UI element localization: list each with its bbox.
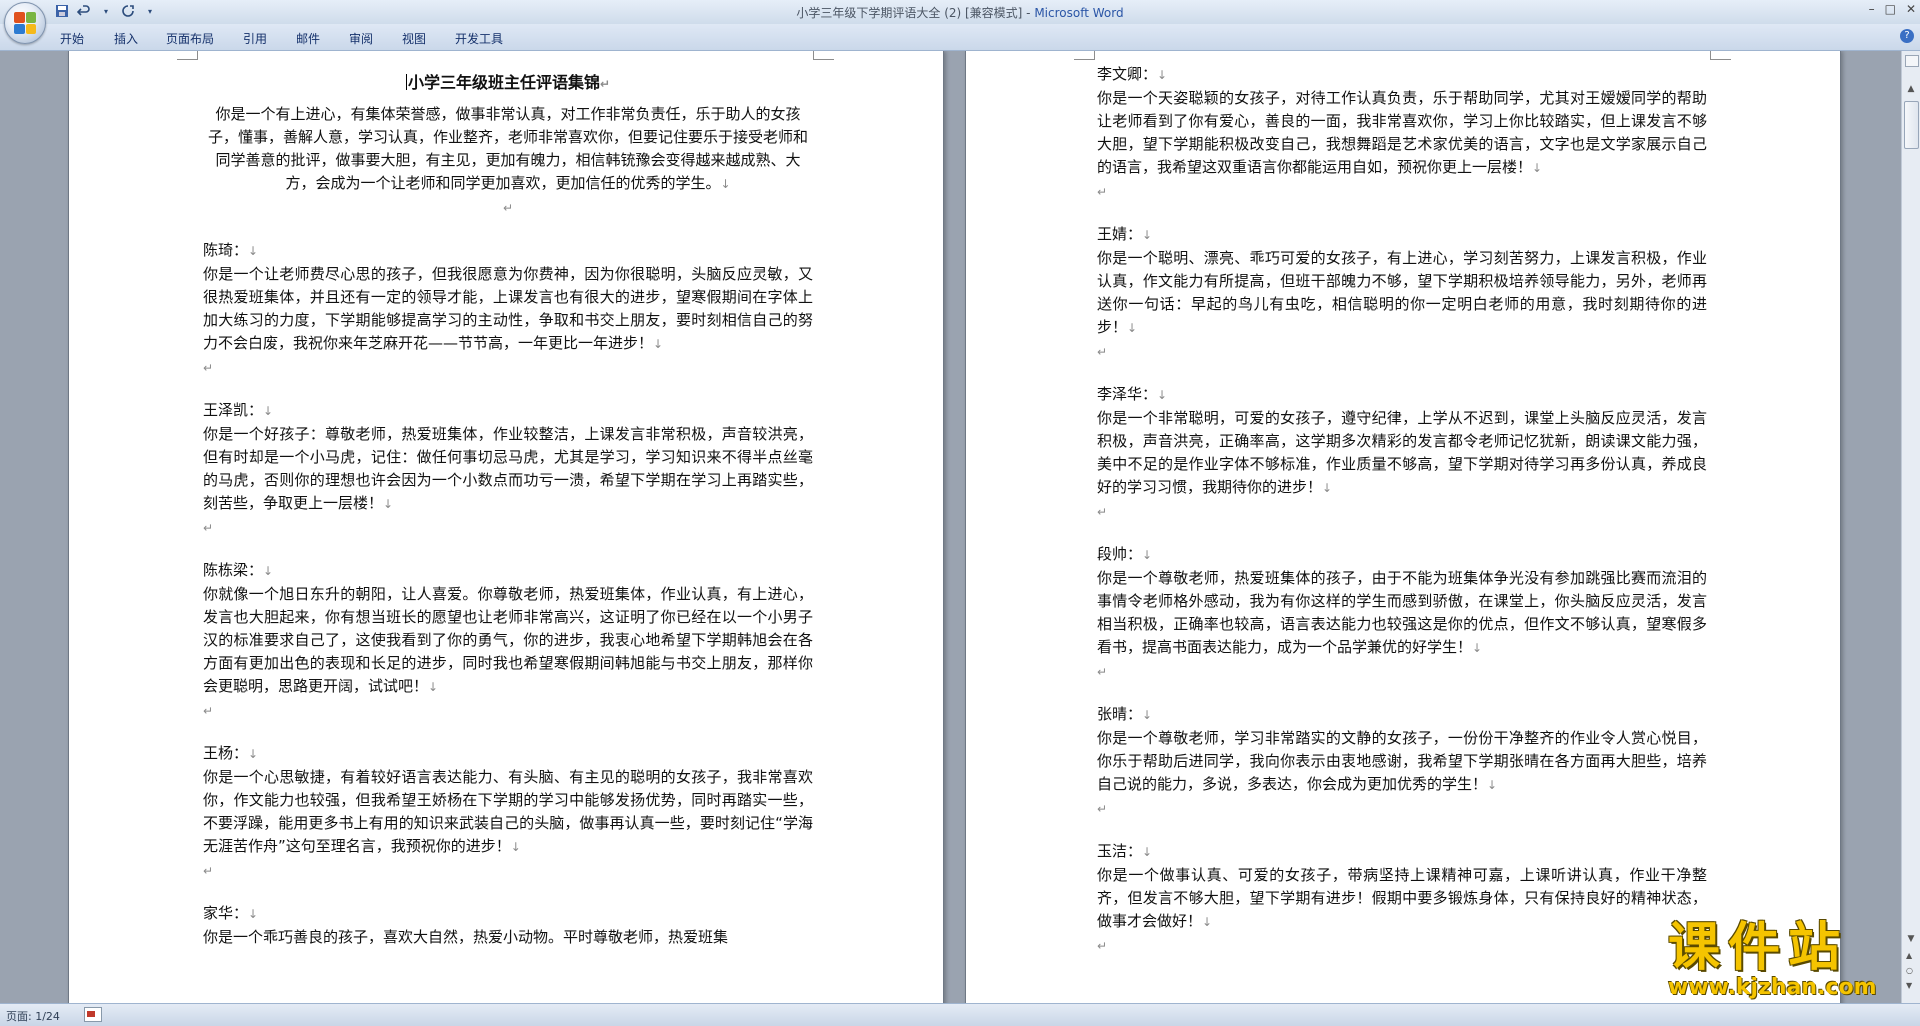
office-button[interactable]	[4, 2, 46, 44]
comment-text: 你是一个非常聪明，可爱的女孩子，遵守纪律，上学从不迟到，课堂上头脑反应灵活，发言…	[1097, 409, 1707, 496]
text-cursor	[405, 74, 407, 90]
student-name: 王婧：	[1097, 225, 1143, 243]
comment-text: 你是一个聪明、漂亮、乖巧可爱的女孩子，有上进心，学习刻苦努力，上课发言积极，作业…	[1097, 249, 1707, 336]
comment-text: 你是一个让老师费尽心思的孩子，但我很愿意为你费神，因为你很聪明，头脑反应灵敏，又…	[203, 265, 813, 352]
tab-developer[interactable]: 开发工具	[455, 30, 503, 47]
vertical-scrollbar[interactable]: ▲ ▼ ▲ ○ ▼	[1901, 51, 1920, 1003]
margin-corner-mark	[1710, 51, 1731, 60]
student-name: 王泽凯：	[203, 401, 264, 419]
student-name: 陈栋梁：	[203, 561, 264, 579]
scroll-up-arrow-icon[interactable]: ▲	[1902, 81, 1920, 97]
window-title-app: Microsoft Word	[1034, 6, 1124, 20]
tab-home[interactable]: 开始	[60, 30, 84, 47]
window-controls: – □ ✕	[1869, 2, 1916, 16]
site-watermark-logo: 课件站 www.kjzhan.com	[1668, 920, 1908, 1002]
student-name: 李泽华：	[1097, 385, 1158, 403]
comment-entry: 张晴：↓ 你是一个尊敬老师，学习非常踏实的文静的女孩子，一份份干净整齐的作业令人…	[1097, 705, 1707, 816]
tab-references[interactable]: 引用	[243, 30, 267, 47]
comment-text: 你是一个做事认真、可爱的女孩子，带病坚持上课精神可嘉，上课听讲认真，作业干净整齐…	[1097, 866, 1707, 930]
comment-entry: 家华：↓ 你是一个乖巧善良的孩子，喜欢大自然，热爱小动物。平时尊敬老师，热爱班集	[203, 904, 729, 946]
comment-text: 你是一个天姿聪颖的女孩子，对待工作认真负责，乐于帮助同学，尤其对王嫒嫒同学的帮助…	[1097, 89, 1707, 176]
title-bar: ▾ ▾ 小学三年级下学期评语大全 (2) [兼容模式] - Microsoft …	[0, 0, 1920, 25]
tab-view[interactable]: 视图	[402, 30, 426, 47]
student-name: 段帅：	[1097, 545, 1143, 563]
comment-text: 你是一个尊敬老师，热爱班集体的孩子，由于不能为班集体争光没有参加跳强比赛而流泪的…	[1097, 569, 1707, 656]
window-title-doc: 小学三年级下学期评语大全 (2) [兼容模式] -	[796, 6, 1035, 20]
scroll-thumb[interactable]	[1904, 101, 1919, 149]
tab-insert[interactable]: 插入	[114, 30, 138, 47]
help-icon[interactable]: ?	[1900, 29, 1914, 43]
student-name: 王杨：	[203, 744, 249, 762]
document-page-2[interactable]: 李文卿：↓ 你是一个天姿聪颖的女孩子，对待工作认真负责，乐于帮助同学，尤其对王嫒…	[965, 51, 1841, 1003]
student-name: 玉洁：	[1097, 842, 1143, 860]
office-logo-icon	[14, 12, 36, 34]
comment-entry: 玉洁：↓ 你是一个做事认真、可爱的女孩子，带病坚持上课精神可嘉，上课听讲认真，作…	[1097, 842, 1707, 953]
document-title: 小学三年级班主任评语集锦↵	[405, 73, 611, 92]
ribbon-tab-bar: 开始 插入 页面布局 引用 邮件 审阅 视图 开发工具 ?	[0, 24, 1920, 51]
page-count[interactable]: 页面: 1/24	[6, 1008, 60, 1024]
comment-text: 你是一个乖巧善良的孩子，喜欢大自然，热爱小动物。平时尊敬老师，热爱班集	[203, 928, 729, 946]
comment-entry: 陈栋梁：↓ 你就像一个旭日东升的朝阳，让人喜爱。你尊敬老师，热爱班集体，作业认真…	[203, 561, 813, 718]
student-name: 张晴：	[1097, 705, 1143, 723]
intro-paragraph: 你是一个有上进心，有集体荣誉感，做事非常认真，对工作非常负责任，乐于助人的女孩子…	[207, 105, 808, 192]
margin-corner-mark	[813, 51, 834, 60]
maximize-button[interactable]: □	[1885, 2, 1896, 16]
view-ruler-button[interactable]	[1905, 55, 1919, 67]
status-bar: 页面: 1/24	[0, 1003, 1920, 1026]
minimize-button[interactable]: –	[1869, 2, 1875, 16]
comment-entry: 陈琦：↓ 你是一个让老师费尽心思的孩子，但我很愿意为你费神，因为你很聪明，头脑反…	[203, 241, 813, 375]
proofing-icon[interactable]	[84, 1007, 102, 1022]
comment-entry: 李文卿：↓ 你是一个天姿聪颖的女孩子，对待工作认真负责，乐于帮助同学，尤其对王嫒…	[1097, 65, 1707, 199]
margin-corner-mark	[1074, 51, 1095, 60]
comment-entry: 王泽凯：↓ 你是一个好孩子：尊敬老师，热爱班集体，作业较整洁，上课发言非常积极，…	[203, 401, 813, 535]
comment-entry: 王婧：↓ 你是一个聪明、漂亮、乖巧可爱的女孩子，有上进心，学习刻苦努力，上课发言…	[1097, 225, 1707, 359]
watermark-title: 课件站	[1668, 918, 1849, 978]
margin-corner-mark	[177, 51, 198, 60]
comment-text: 你是一个好孩子：尊敬老师，热爱班集体，作业较整洁，上课发言非常积极，声音较洪亮，…	[203, 425, 813, 512]
student-name: 陈琦：	[203, 241, 249, 259]
document-page-1[interactable]: 小学三年级班主任评语集锦↵ 你是一个有上进心，有集体荣誉感，做事非常认真，对工作…	[68, 51, 944, 1003]
tab-review[interactable]: 审阅	[349, 30, 373, 47]
watermark-url: www.kjzhan.com	[1668, 975, 1877, 1000]
page-1-text: 小学三年级班主任评语集锦↵ 你是一个有上进心，有集体荣誉感，做事非常认真，对工作…	[203, 71, 813, 949]
comment-entry: 王杨：↓ 你是一个心思敏捷，有着较好语言表达能力、有头脑、有主见的聪明的女孩子，…	[203, 744, 813, 878]
intro-text: 你是一个有上进心，有集体荣誉感，做事非常认真，对工作非常负责任，乐于助人的女孩子…	[207, 105, 808, 192]
comment-entry: 段帅：↓ 你是一个尊敬老师，热爱班集体的孩子，由于不能为班集体争光没有参加跳强比…	[1097, 545, 1707, 679]
document-workspace: 小学三年级班主任评语集锦↵ 你是一个有上进心，有集体荣誉感，做事非常认真，对工作…	[0, 51, 1902, 1003]
student-name: 李文卿：	[1097, 65, 1158, 83]
close-button[interactable]: ✕	[1906, 2, 1916, 16]
page-2-text: 李文卿：↓ 你是一个天姿聪颖的女孩子，对待工作认真负责，乐于帮助同学，尤其对王嫒…	[1097, 63, 1707, 957]
tab-page-layout[interactable]: 页面布局	[166, 30, 214, 47]
comment-text: 你就像一个旭日东升的朝阳，让人喜爱。你尊敬老师，热爱班集体，作业认真，有上进心，…	[203, 585, 813, 695]
document-title-text: 小学三年级班主任评语集锦	[407, 73, 600, 92]
student-name: 家华：	[203, 904, 249, 922]
comment-text: 你是一个心思敏捷，有着较好语言表达能力、有头脑、有主见的聪明的女孩子，我非常喜欢…	[203, 768, 813, 855]
comment-text: 你是一个尊敬老师，学习非常踏实的文静的女孩子，一份份干净整齐的作业令人赏心悦目，…	[1097, 729, 1707, 793]
tab-mailings[interactable]: 邮件	[296, 30, 320, 47]
comment-entry: 李泽华：↓ 你是一个非常聪明，可爱的女孩子，遵守纪律，上学从不迟到，课堂上头脑反…	[1097, 385, 1707, 519]
window-title: 小学三年级下学期评语大全 (2) [兼容模式] - Microsoft Word	[0, 4, 1920, 21]
